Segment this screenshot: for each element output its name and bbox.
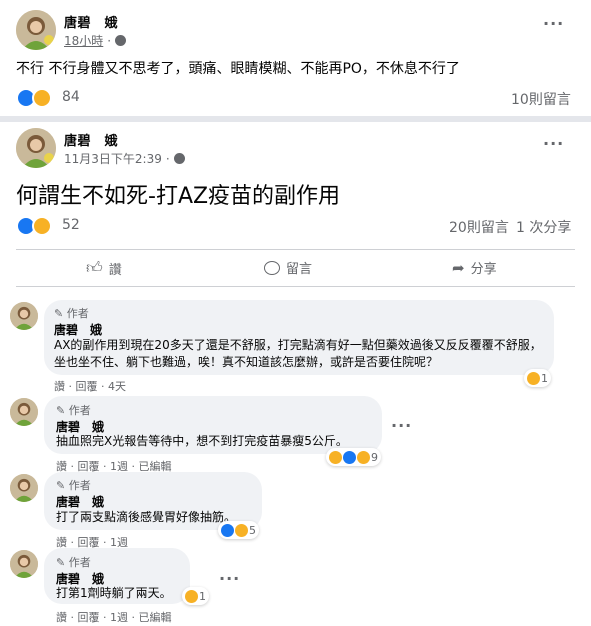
comment-count[interactable]: 20則留言 — [449, 217, 509, 237]
avatar[interactable] — [10, 302, 38, 330]
comment-text: AX的副作用到現在20多天了還是不舒服，打完點滴有好一點但藥效過後又反反覆覆不舒… — [54, 338, 542, 369]
divider — [16, 249, 575, 250]
post-time[interactable]: 11月3日下午2:39 · — [64, 150, 185, 167]
globe-icon — [115, 35, 127, 46]
haha-reaction-icon — [357, 450, 370, 464]
post-author[interactable]: 唐碧 娥 — [64, 12, 118, 31]
comment-text: 抽血照完X光報告等待中，想不到打完疫苗暴瘦5公斤。 — [56, 434, 348, 448]
divider — [16, 286, 575, 287]
more-options-icon[interactable]: ··· — [543, 134, 564, 153]
author-badge-label: 作者 — [66, 307, 89, 320]
avatar[interactable] — [16, 128, 56, 168]
comment-reaction-count: 1 — [541, 371, 548, 385]
author-badge: ✎ 作者 — [56, 556, 91, 569]
author-badge: ✎ 作者 — [56, 404, 91, 417]
comment-reactions[interactable]: 1 — [524, 369, 551, 387]
author-badge: ✎ 作者 — [56, 479, 91, 492]
post-text: 何謂生不如死-打AZ疫苗的副作用 — [16, 184, 341, 209]
author-badge-label: 作者 — [68, 404, 91, 417]
avatar[interactable] — [10, 474, 38, 502]
reaction-count[interactable]: 52 — [62, 217, 80, 233]
comment-reactions[interactable]: 1 — [182, 587, 209, 605]
share-icon: ➦ — [452, 258, 465, 277]
haha-reaction-icon — [527, 371, 540, 385]
like-label: 讚 — [108, 262, 122, 278]
comment-author[interactable]: 唐碧 娥 — [56, 493, 104, 510]
reaction-count[interactable]: 84 — [62, 89, 80, 105]
comment-reactions[interactable]: 5 — [218, 521, 259, 539]
thumbs-up-icon: 👍︎ — [86, 258, 103, 277]
haha-reaction-icon — [185, 589, 198, 603]
comment-text: 打第1劑時躺了兩天。 — [56, 586, 172, 600]
timestamp[interactable]: 18小時 — [64, 32, 103, 49]
separator: · — [107, 33, 112, 48]
comment-actions[interactable]: 讚 · 回覆 · 4天 — [54, 378, 126, 394]
globe-icon — [173, 153, 185, 164]
comment-reaction-count: 9 — [371, 450, 378, 464]
comment-label: 留言 — [286, 262, 313, 277]
post-author[interactable]: 唐碧 娥 — [64, 130, 118, 149]
comment-more-icon[interactable]: ··· — [219, 569, 240, 588]
author-badge: ✎ 作者 — [54, 307, 89, 320]
comment-button[interactable]: 留言 — [264, 258, 312, 277]
wow-reaction-icon[interactable] — [32, 216, 52, 236]
like-button[interactable]: 👍︎ 讚 — [86, 258, 122, 278]
comment-actions[interactable]: 讚 · 回覆 · 1週 · 已編輯 — [56, 609, 171, 625]
comment-reactions[interactable]: 9 — [326, 448, 381, 466]
wow-reaction-icon — [235, 523, 248, 537]
comment-icon — [264, 260, 280, 275]
share-label: 分享 — [470, 262, 497, 277]
avatar[interactable] — [16, 10, 56, 50]
post-time[interactable]: 18小時 · — [64, 32, 127, 49]
share-count[interactable]: 1 次分享 — [516, 217, 571, 237]
avatar[interactable] — [10, 550, 38, 578]
comment-more-icon[interactable]: ··· — [391, 416, 412, 435]
separator: · — [165, 151, 170, 166]
post-text: 不行 不行身體又不思考了，頭痛、眼睛模糊、不能再PO，不休息不行了 — [16, 61, 460, 77]
comment-text: 打了兩支點滴後感覺胃好像抽筋。 — [56, 510, 237, 524]
care-reaction-icon[interactable] — [32, 88, 52, 108]
like-reaction-icon — [221, 523, 234, 537]
share-button[interactable]: ➦ 分享 — [452, 258, 497, 278]
more-options-icon[interactable]: ··· — [543, 14, 564, 33]
author-badge-label: 作者 — [68, 556, 91, 569]
comment-reaction-count: 5 — [249, 523, 256, 537]
divider — [0, 116, 591, 122]
avatar[interactable] — [10, 398, 38, 426]
timestamp[interactable]: 11月3日下午2:39 — [64, 150, 162, 167]
like-reaction-icon — [343, 450, 356, 464]
comment-author[interactable]: 唐碧 娥 — [54, 321, 102, 338]
comment-reaction-count: 1 — [199, 589, 206, 603]
comment-count[interactable]: 10則留言 — [511, 89, 571, 109]
author-badge-label: 作者 — [68, 479, 91, 492]
wow-reaction-icon — [329, 450, 342, 464]
